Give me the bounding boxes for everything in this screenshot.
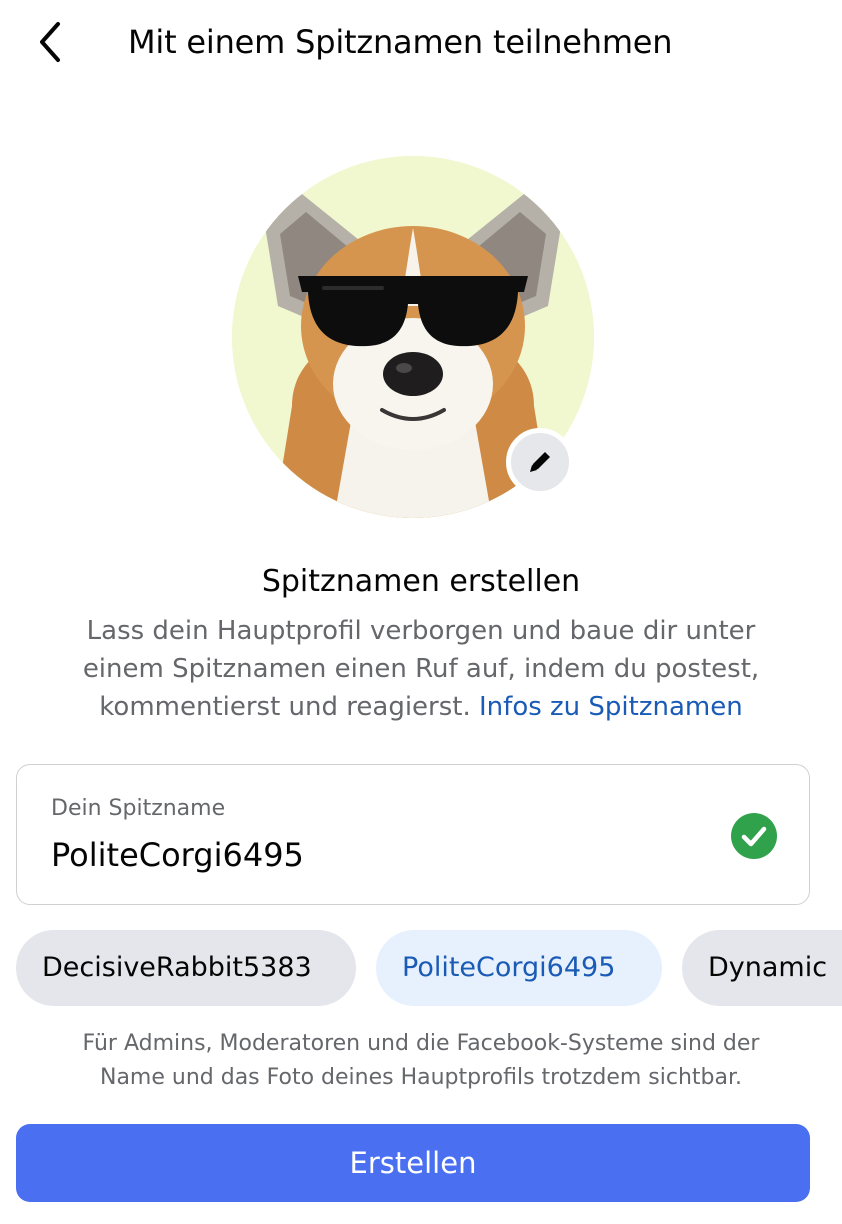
description-line-2: einem Spitznamen einen Ruf auf, indem du… — [82, 654, 760, 684]
visibility-note-line-2: Name und das Foto deines Hauptprofils tr… — [99, 1065, 743, 1090]
description-line-1: Lass dein Hauptprofil verborgen und baue… — [86, 616, 756, 646]
visibility-note-line-1: Für Admins, Moderatoren und die Facebook… — [82, 1031, 760, 1056]
description-line-3: kommentierst und reagierst. — [99, 692, 471, 722]
section-title: Spitznamen erstellen — [261, 564, 581, 599]
avatar-container — [232, 156, 594, 518]
nickname-suggestions: DecisiveRabbit5383 PoliteCorgi6495 Dynam… — [16, 930, 842, 1006]
edit-avatar-button[interactable] — [506, 428, 574, 496]
nickname-field-label: Dein Spitzname — [51, 796, 226, 821]
info-link[interactable]: Infos zu Spitznamen — [479, 692, 743, 722]
nickname-input[interactable]: PoliteCorgi6495 — [51, 833, 304, 877]
page-title: Mit einem Spitznamen teilnehmen — [128, 23, 673, 61]
back-button[interactable] — [28, 18, 76, 66]
visibility-note: Für Admins, Moderatoren und die Facebook… — [16, 1027, 826, 1095]
check-circle-icon — [731, 813, 777, 859]
create-button[interactable]: Erstellen — [16, 1124, 810, 1202]
suggestion-chip-selected[interactable]: PoliteCorgi6495 — [376, 930, 662, 1006]
top-bar: Mit einem Spitznamen teilnehmen — [0, 0, 842, 90]
suggestion-chip[interactable]: DecisiveRabbit5383 — [16, 930, 356, 1006]
suggestion-chip[interactable]: Dynamic — [682, 930, 842, 1006]
chevron-left-icon — [40, 22, 60, 62]
nickname-field[interactable]: Dein Spitzname PoliteCorgi6495 — [16, 764, 810, 905]
pencil-icon — [530, 452, 550, 472]
description-text: Lass dein Hauptprofil verborgen und baue… — [30, 612, 812, 726]
